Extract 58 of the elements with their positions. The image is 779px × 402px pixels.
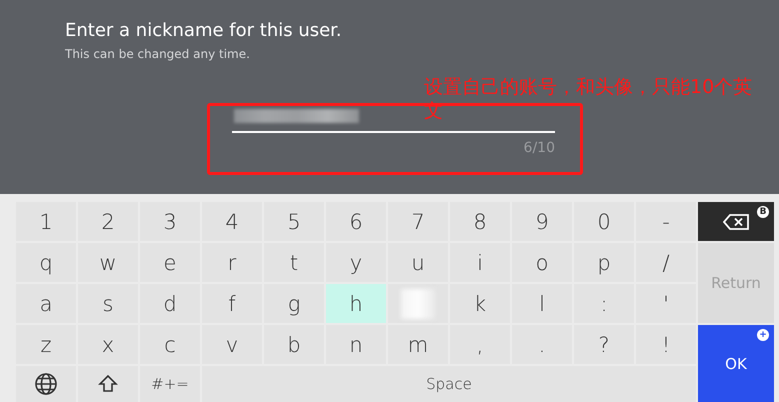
button-hint-badge: + [757, 329, 769, 341]
keyboard-key[interactable]: b [264, 325, 324, 364]
keyboard-key[interactable]: e [140, 243, 200, 282]
keyboard-key[interactable]: 6 [326, 202, 386, 241]
keyboard-key[interactable]: f [202, 284, 262, 323]
keyboard-key[interactable]: h [326, 284, 386, 323]
keyboard-key[interactable]: q [16, 243, 76, 282]
keyboard-key[interactable]: ' [636, 284, 696, 323]
keyboard-key[interactable]: m [388, 325, 448, 364]
keyboard-key[interactable]: i [450, 243, 510, 282]
backspace-icon [723, 214, 749, 230]
keyboard-key[interactable]: 5 [264, 202, 324, 241]
keyboard-key[interactable]: t [264, 243, 324, 282]
keyboard-key[interactable]: o [512, 243, 572, 282]
globe-icon [34, 372, 58, 396]
keyboard-key[interactable]: n [326, 325, 386, 364]
keyboard-key[interactable]: 0 [574, 202, 634, 241]
keyboard-key[interactable]: c [140, 325, 200, 364]
keyboard-key[interactable]: 9 [512, 202, 572, 241]
keyboard-key[interactable]: : [574, 284, 634, 323]
globe-key[interactable] [16, 366, 76, 402]
prompt-title: Enter a nickname for this user. [65, 20, 343, 41]
keyboard-key[interactable]: , [450, 325, 510, 364]
keyboard-key[interactable]: l [512, 284, 572, 323]
keyboard-key[interactable]: y [326, 243, 386, 282]
keyboard-key[interactable]: 1 [16, 202, 76, 241]
keyboard-key[interactable]: p [574, 243, 634, 282]
keyboard-key[interactable]: u [388, 243, 448, 282]
keyboard-key[interactable]: d [140, 284, 200, 323]
shift-key[interactable] [78, 366, 138, 402]
character-counter: 6/10 [524, 140, 555, 156]
keyboard-key[interactable]: z [16, 325, 76, 364]
keyboard-key[interactable]: k [450, 284, 510, 323]
keyboard-key[interactable]: r [202, 243, 262, 282]
blurred-patch [401, 288, 435, 318]
prompt-subtitle: This can be changed any time. [65, 47, 251, 61]
backspace-key[interactable]: B [698, 202, 774, 241]
keyboard-key[interactable]: . [512, 325, 572, 364]
keyboard-key[interactable]: v [202, 325, 262, 364]
keyboard-key[interactable]: 8 [450, 202, 510, 241]
keyboard-key[interactable]: w [78, 243, 138, 282]
keyboard-key[interactable]: g [264, 284, 324, 323]
keyboard-key[interactable]: a [16, 284, 76, 323]
space-key[interactable]: Space [202, 366, 696, 402]
keyboard-key[interactable]: 7 [388, 202, 448, 241]
symbols-key[interactable]: #+= [140, 366, 200, 402]
keyboard-key[interactable]: 4 [202, 202, 262, 241]
keyboard-key[interactable]: x [78, 325, 138, 364]
keyboard-key[interactable]: 2 [78, 202, 138, 241]
shift-icon [97, 373, 119, 395]
keyboard-key[interactable]: - [636, 202, 696, 241]
keyboard-key[interactable]: 3 [140, 202, 200, 241]
ok-key[interactable]: OK + [698, 325, 774, 402]
button-hint-badge: B [757, 206, 769, 218]
keyboard-key[interactable]: ? [574, 325, 634, 364]
keyboard-key[interactable]: ! [636, 325, 696, 364]
keyboard-key[interactable]: / [636, 243, 696, 282]
keyboard-key[interactable]: s [78, 284, 138, 323]
